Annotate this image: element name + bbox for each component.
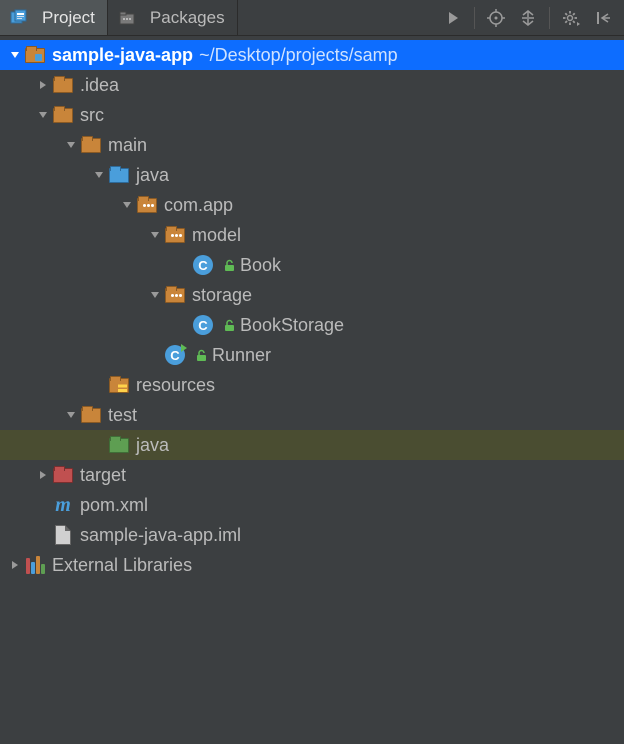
tree-item-idea[interactable]: .idea bbox=[0, 70, 624, 100]
tree-item-label: pom.xml bbox=[80, 495, 148, 516]
collapse-arrow-icon[interactable] bbox=[6, 556, 24, 574]
tab-project-label: Project bbox=[42, 8, 95, 28]
class-icon: C bbox=[192, 254, 214, 276]
project-tool-toolbar: Project Packages bbox=[0, 0, 624, 36]
tree-item-resources[interactable]: resources bbox=[0, 370, 624, 400]
maven-file-icon: m bbox=[52, 494, 74, 516]
expand-arrow-icon[interactable] bbox=[62, 406, 80, 424]
tree-item-class-bookstorage[interactable]: C BookStorage bbox=[0, 310, 624, 340]
toolbar-separator bbox=[474, 7, 475, 29]
expand-arrow-icon[interactable] bbox=[6, 46, 24, 64]
tree-item-label: com.app bbox=[164, 195, 233, 216]
tree-item-label: java bbox=[136, 165, 169, 186]
tree-item-label: .idea bbox=[80, 75, 119, 96]
tab-packages[interactable]: Packages bbox=[108, 0, 238, 35]
source-folder-icon bbox=[108, 164, 130, 186]
tree-item-label: Runner bbox=[212, 345, 271, 366]
package-folder-icon bbox=[164, 224, 186, 246]
tree-item-pkg-storage[interactable]: storage bbox=[0, 280, 624, 310]
excluded-folder-icon bbox=[52, 464, 74, 486]
test-source-folder-icon bbox=[108, 434, 130, 456]
tree-item-label: resources bbox=[136, 375, 215, 396]
tree-item-label: External Libraries bbox=[52, 555, 192, 576]
tree-item-label: test bbox=[108, 405, 137, 426]
tree-item-src[interactable]: src bbox=[0, 100, 624, 130]
class-icon: C bbox=[192, 314, 214, 336]
tree-item-label: src bbox=[80, 105, 104, 126]
tree-item-java-test[interactable]: java bbox=[0, 430, 624, 460]
tree-root-label: sample-java-app bbox=[52, 45, 193, 66]
module-folder-icon bbox=[24, 44, 46, 66]
expand-arrow-icon[interactable] bbox=[146, 286, 164, 304]
package-folder-icon bbox=[164, 284, 186, 306]
tree-item-label: java bbox=[136, 435, 169, 456]
folder-icon bbox=[52, 74, 74, 96]
folder-icon bbox=[80, 404, 102, 426]
tree-item-java-main[interactable]: java bbox=[0, 160, 624, 190]
expand-arrow-icon[interactable] bbox=[118, 196, 136, 214]
folder-icon bbox=[52, 104, 74, 126]
file-icon bbox=[52, 524, 74, 546]
tab-packages-label: Packages bbox=[150, 8, 225, 28]
resources-folder-icon bbox=[108, 374, 130, 396]
settings-gear-icon[interactable] bbox=[556, 3, 586, 33]
tree-item-label: BookStorage bbox=[240, 315, 344, 336]
library-icon bbox=[24, 554, 46, 576]
tab-project[interactable]: Project bbox=[0, 0, 108, 35]
tree-item-main[interactable]: main bbox=[0, 130, 624, 160]
project-tree[interactable]: sample-java-app ~/Desktop/projects/samp … bbox=[0, 36, 624, 580]
expand-arrow-icon[interactable] bbox=[90, 166, 108, 184]
tree-item-label: storage bbox=[192, 285, 252, 306]
tree-root-module[interactable]: sample-java-app ~/Desktop/projects/samp bbox=[0, 40, 624, 70]
expand-arrow-icon[interactable] bbox=[146, 226, 164, 244]
tree-item-pom[interactable]: m pom.xml bbox=[0, 490, 624, 520]
collapse-arrow-icon[interactable] bbox=[34, 76, 52, 94]
run-configuration-icon[interactable] bbox=[438, 3, 468, 33]
tree-item-label: main bbox=[108, 135, 147, 156]
expand-arrow-icon[interactable] bbox=[62, 136, 80, 154]
collapse-arrow-icon[interactable] bbox=[34, 466, 52, 484]
project-tab-icon bbox=[8, 7, 30, 29]
unlocked-icon bbox=[222, 259, 236, 272]
tree-item-pkg-model[interactable]: model bbox=[0, 220, 624, 250]
unlocked-icon bbox=[194, 349, 208, 362]
tree-item-test[interactable]: test bbox=[0, 400, 624, 430]
hide-panel-icon[interactable] bbox=[588, 3, 618, 33]
runnable-class-icon: C bbox=[164, 344, 186, 366]
expand-arrow-icon[interactable] bbox=[34, 106, 52, 124]
tree-item-label: model bbox=[192, 225, 241, 246]
tree-item-label: Book bbox=[240, 255, 281, 276]
tree-item-class-runner[interactable]: C Runner bbox=[0, 340, 624, 370]
tree-root-path: ~/Desktop/projects/samp bbox=[199, 45, 398, 66]
tree-item-label: target bbox=[80, 465, 126, 486]
tree-item-pkg-com-app[interactable]: com.app bbox=[0, 190, 624, 220]
toolbar-actions bbox=[438, 0, 624, 35]
tree-item-class-book[interactable]: C Book bbox=[0, 250, 624, 280]
folder-icon bbox=[80, 134, 102, 156]
tree-item-label: sample-java-app.iml bbox=[80, 525, 241, 546]
unlocked-icon bbox=[222, 319, 236, 332]
tree-item-iml[interactable]: sample-java-app.iml bbox=[0, 520, 624, 550]
tree-item-target[interactable]: target bbox=[0, 460, 624, 490]
locate-icon[interactable] bbox=[481, 3, 511, 33]
collapse-all-icon[interactable] bbox=[513, 3, 543, 33]
toolbar-separator bbox=[549, 7, 550, 29]
packages-tab-icon bbox=[116, 7, 138, 29]
tree-item-external-libraries[interactable]: External Libraries bbox=[0, 550, 624, 580]
package-folder-icon bbox=[136, 194, 158, 216]
